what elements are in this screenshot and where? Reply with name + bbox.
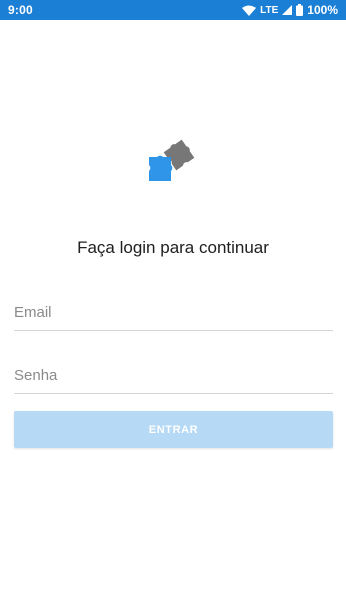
login-screen: 9:00 LTE 100% Faça login para continuar …: [0, 0, 346, 616]
email-input[interactable]: [14, 294, 333, 330]
password-input[interactable]: [14, 357, 333, 393]
signal-icon: [282, 5, 293, 15]
status-indicators: LTE 100%: [242, 3, 338, 17]
page-title: Faça login para continuar: [77, 238, 269, 257]
network-type: LTE: [260, 4, 279, 16]
status-time: 9:00: [8, 3, 33, 17]
battery-percent: 100%: [307, 3, 338, 17]
status-bar: 9:00 LTE 100%: [0, 0, 346, 20]
battery-icon: [296, 4, 304, 16]
submit-button[interactable]: ENTRAR: [14, 411, 333, 448]
email-field[interactable]: [14, 294, 333, 331]
puzzle-pieces-icon: [146, 138, 200, 184]
wifi-icon: [242, 5, 257, 16]
password-field[interactable]: [14, 357, 333, 394]
